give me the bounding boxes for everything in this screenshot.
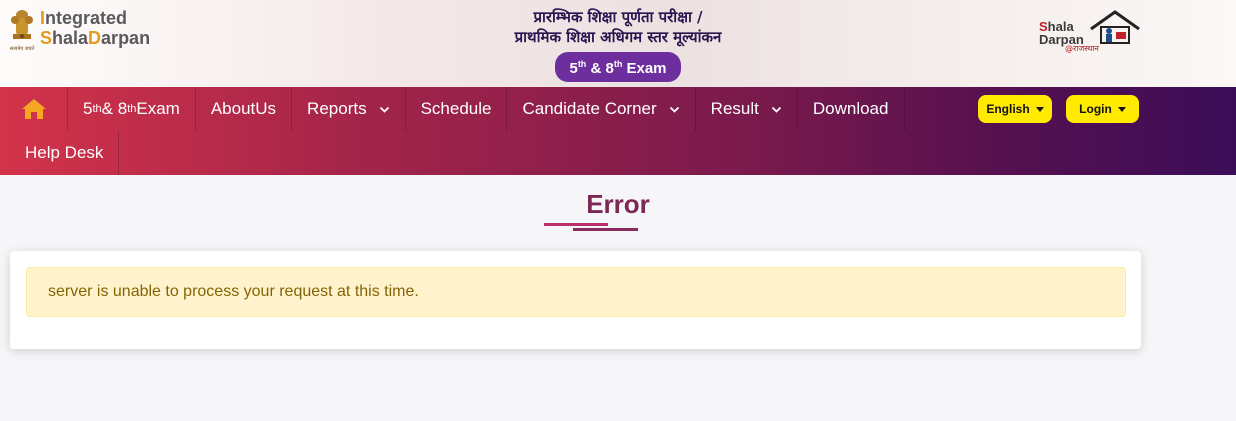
nav-row-1: 5th & 8th Exam AboutUs Reports Schedule … [0,87,906,131]
nav-item-result[interactable]: Result [696,87,798,131]
shaladarpan-rajasthan-logo[interactable]: Shala Darpan @राजस्थान [1039,9,1143,57]
error-message: server is unable to process your request… [48,283,419,300]
page-title: Error [586,189,650,219]
exam-badge: 5th & 8th Exam [555,52,681,82]
nav-item-help-desk[interactable]: Help Desk [0,131,120,175]
chevron-down-icon [771,106,781,113]
chevron-down-icon [669,106,679,113]
nav-item-exam[interactable]: 5th & 8th Exam [68,87,196,131]
login-dropdown-button[interactable]: Login [1066,95,1139,123]
title-underline-offset [573,228,638,231]
title-underline [544,223,608,226]
nav-item-candidate-corner[interactable]: Candidate Corner [507,87,696,131]
language-dropdown-button[interactable]: English [978,95,1052,123]
site-header: सत्यमेव जयते Integrated ShalaDarpan प्रा… [0,0,1236,87]
nav-home[interactable] [0,87,68,131]
error-card: server is unable to process your request… [10,251,1141,349]
nav-item-schedule[interactable]: Schedule [406,87,508,131]
error-alert: server is unable to process your request… [26,267,1126,317]
nav-item-reports[interactable]: Reports [292,87,406,131]
caret-down-icon [1117,106,1126,112]
nav-item-aboutus[interactable]: AboutUs [196,87,293,131]
nav-item-download[interactable]: Download [798,87,906,131]
home-icon [21,99,46,119]
main-navbar: 5th & 8th Exam AboutUs Reports Schedule … [0,87,1236,175]
chevron-down-icon [379,106,389,113]
school-house-icon [1090,10,1140,44]
caret-down-icon [1035,106,1044,112]
nav-row-2: Help Desk [0,131,120,175]
